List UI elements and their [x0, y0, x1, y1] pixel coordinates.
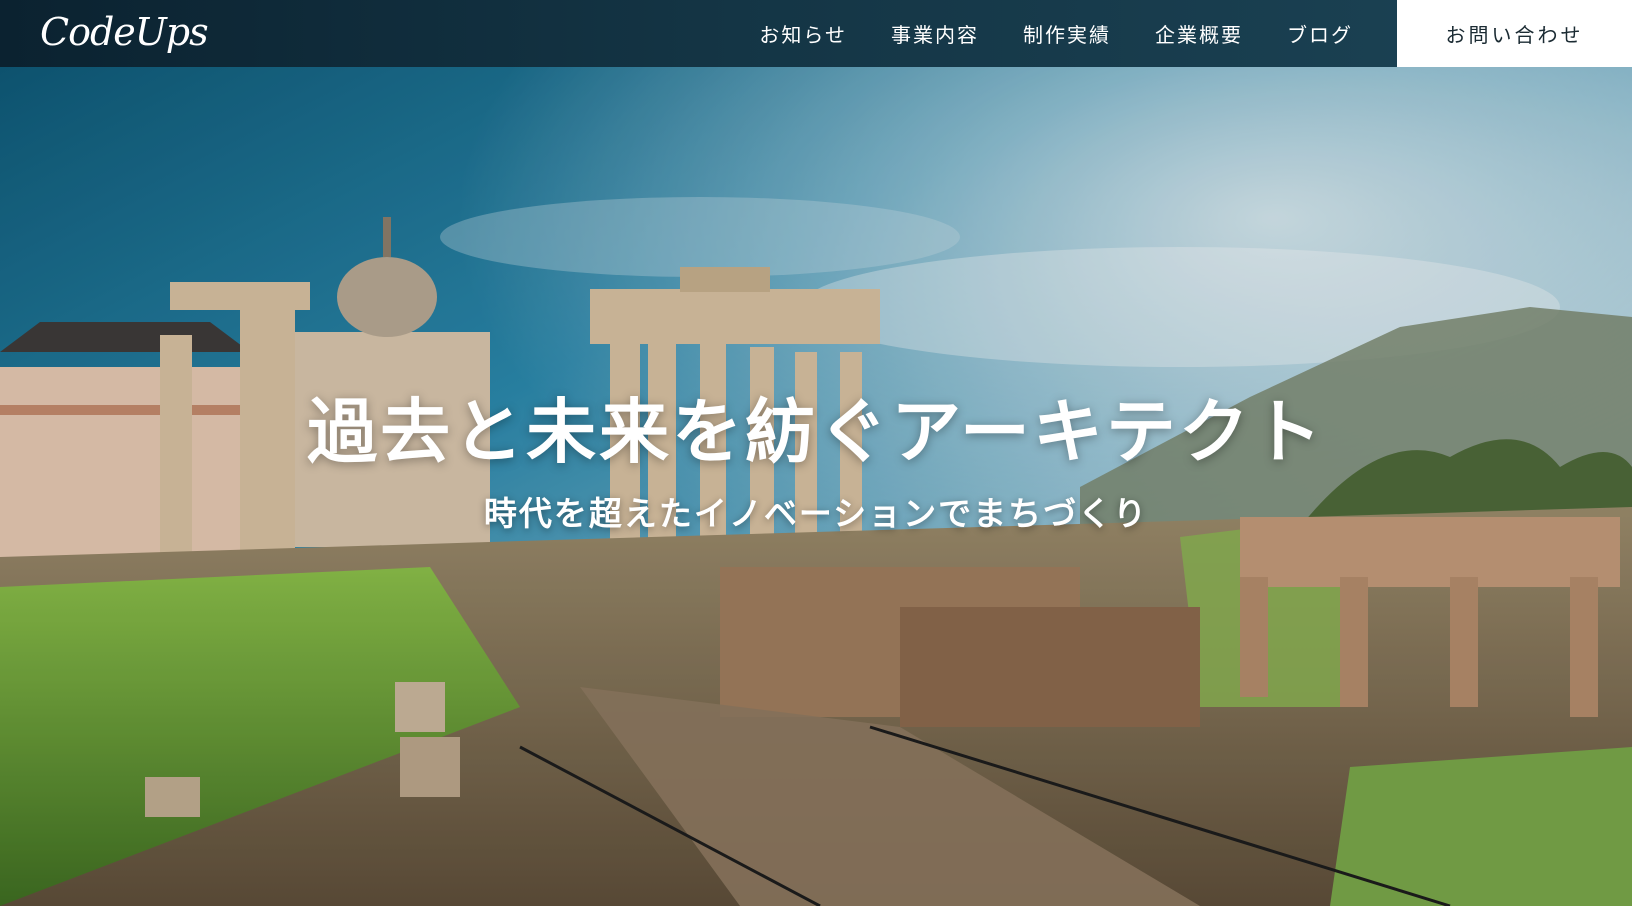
nav-item-services[interactable]: 事業内容: [869, 0, 1001, 67]
nav-item-works[interactable]: 制作実績: [1001, 0, 1133, 67]
nav-item-news[interactable]: お知らせ: [759, 0, 869, 67]
main-nav: お知らせ 事業内容 制作実績 企業概要 ブログ お問い合わせ: [759, 0, 1632, 67]
hero-section: 過去と未来を紡ぐアーキテクト 時代を超えたイノベーションでまちづくり: [0, 67, 1632, 906]
contact-button[interactable]: お問い合わせ: [1397, 0, 1632, 67]
nav-item-company[interactable]: 企業概要: [1133, 0, 1265, 67]
site-header: CodeUps お知らせ 事業内容 制作実績 企業概要 ブログ お問い合わせ: [0, 0, 1632, 67]
hero-title: 過去と未来を紡ぐアーキテクト: [307, 391, 1325, 473]
nav-item-blog[interactable]: ブログ: [1265, 0, 1375, 67]
site-logo[interactable]: CodeUps: [40, 6, 209, 58]
hero-subtitle: 時代を超えたイノベーションでまちづくり: [483, 494, 1149, 533]
